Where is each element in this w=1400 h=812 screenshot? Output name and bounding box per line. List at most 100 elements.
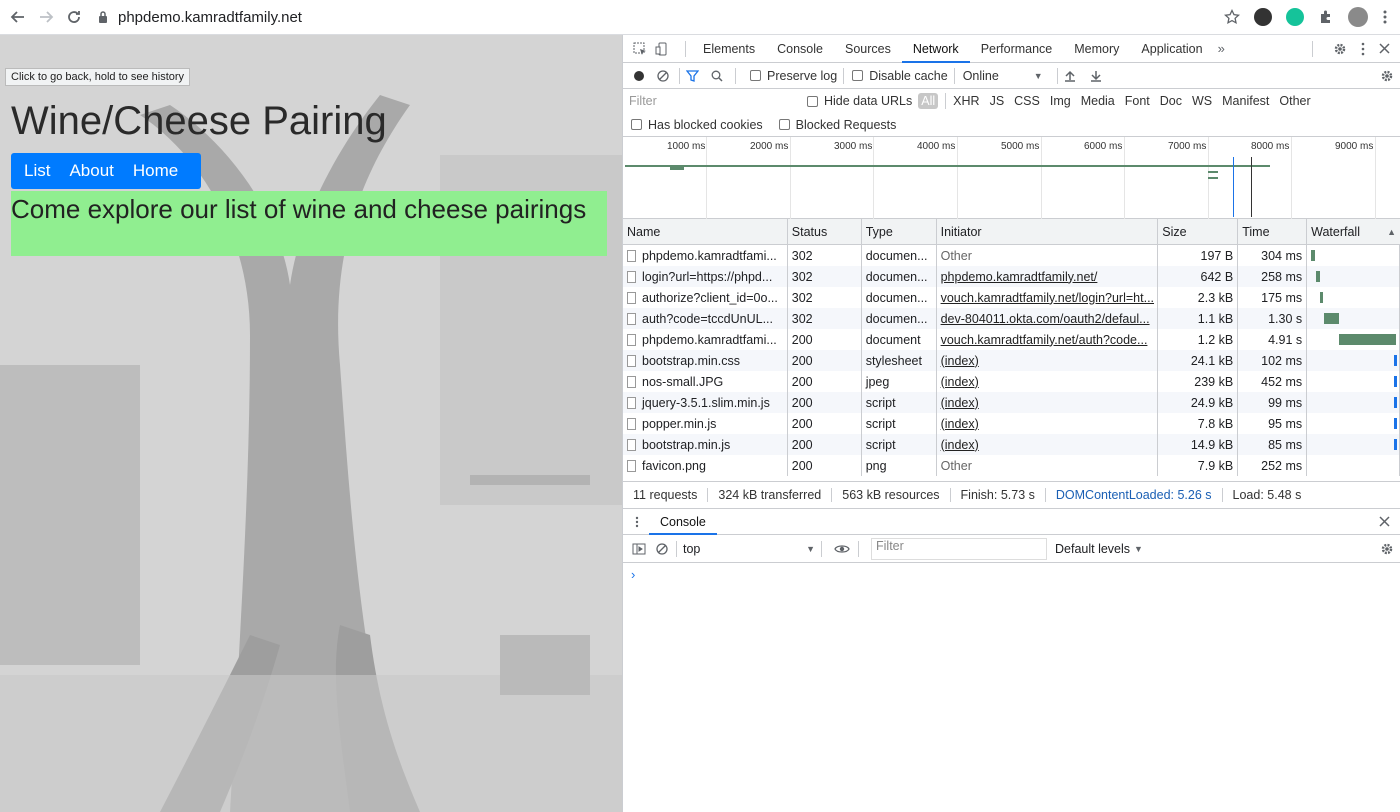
download-icon[interactable]	[1090, 70, 1102, 82]
log-levels-select[interactable]: Default levels ▼	[1055, 542, 1143, 556]
disable-cache-checkbox[interactable]: Disable cache	[852, 69, 948, 83]
request-name-cell[interactable]: jquery-3.5.1.slim.min.js	[623, 392, 788, 413]
request-initiator-cell[interactable]: (index)	[937, 392, 1159, 413]
settings-gear-icon[interactable]	[1333, 42, 1347, 56]
column-header-waterfall[interactable]: Waterfall ▲	[1307, 219, 1400, 244]
network-settings-gear-icon[interactable]	[1380, 69, 1394, 83]
column-header-size[interactable]: Size	[1158, 219, 1239, 244]
network-overview-timeline[interactable]: 1000 ms 2000 ms 3000 ms 4000 ms 5000 ms …	[623, 137, 1400, 219]
upload-icon[interactable]	[1064, 70, 1076, 82]
request-name-cell[interactable]: auth?code=tccdUnUL...	[623, 308, 788, 329]
has-blocked-cookies-checkbox[interactable]: Has blocked cookies	[631, 118, 763, 132]
hide-data-urls-checkbox[interactable]: Hide data URLs	[807, 94, 912, 108]
column-header-initiator[interactable]: Initiator	[937, 219, 1159, 244]
request-name-cell[interactable]: bootstrap.min.css	[623, 350, 788, 371]
grammarly-icon[interactable]	[1286, 8, 1304, 26]
device-toolbar-icon[interactable]	[655, 42, 669, 56]
puzzle-icon[interactable]	[1318, 9, 1334, 25]
type-filter-doc[interactable]: Doc	[1160, 94, 1182, 108]
table-row[interactable]: bootstrap.min.js 200 script (index) 14.9 kB 8…	[623, 434, 1400, 455]
tab-console[interactable]: Console	[766, 35, 834, 63]
tab-network[interactable]: Network	[901, 35, 970, 63]
drawer-menu-icon[interactable]	[635, 516, 639, 528]
request-name-cell[interactable]: bootstrap.min.js	[623, 434, 788, 455]
console-settings-gear-icon[interactable]	[1380, 542, 1394, 556]
request-name-cell[interactable]: phpdemo.kamradtfami...	[623, 329, 788, 350]
request-initiator-cell[interactable]: (index)	[937, 434, 1159, 455]
more-vert-icon[interactable]	[1361, 42, 1365, 56]
more-tabs-icon[interactable]: »	[1218, 41, 1225, 56]
column-header-name[interactable]: Name	[623, 219, 788, 244]
type-filter-manifest[interactable]: Manifest	[1222, 94, 1269, 108]
back-button[interactable]	[8, 7, 28, 27]
type-filter-css[interactable]: CSS	[1014, 94, 1040, 108]
avatar[interactable]	[1348, 7, 1368, 27]
table-row[interactable]: jquery-3.5.1.slim.min.js 200 script (index)…	[623, 392, 1400, 413]
preserve-log-checkbox[interactable]: Preserve log	[750, 69, 837, 83]
column-header-status[interactable]: Status	[788, 219, 862, 244]
request-name-cell[interactable]: phpdemo.kamradtfami...	[623, 245, 788, 266]
type-filter-js[interactable]: JS	[990, 94, 1005, 108]
console-filter-input[interactable]: Filter	[871, 537, 1047, 560]
table-row[interactable]: bootstrap.min.css 200 stylesheet (index) 24.…	[623, 350, 1400, 371]
clear-console-icon[interactable]	[656, 542, 668, 555]
sidebar-toggle-icon[interactable]	[632, 543, 646, 555]
table-row[interactable]: login?url=https://phpd... 302 documen... ph…	[623, 266, 1400, 287]
inspect-element-icon[interactable]	[633, 42, 647, 56]
type-filter-font[interactable]: Font	[1125, 94, 1150, 108]
table-row[interactable]: favicon.png 200 png Other 7.9 kB 252 ms	[623, 455, 1400, 476]
eye-icon[interactable]	[834, 543, 850, 555]
type-filter-img[interactable]: Img	[1050, 94, 1071, 108]
filter-input[interactable]: Filter	[629, 94, 799, 108]
search-icon[interactable]	[711, 70, 723, 82]
forward-button[interactable]	[36, 7, 56, 27]
record-icon[interactable]	[633, 70, 645, 82]
nav-link-about[interactable]: About	[69, 161, 113, 181]
table-row[interactable]: nos-small.JPG 200 jpeg (index) 239 kB 452 ms	[623, 371, 1400, 392]
request-initiator-cell[interactable]: (index)	[937, 371, 1159, 392]
request-name-cell[interactable]: authorize?client_id=0o...	[623, 287, 788, 308]
type-filter-other[interactable]: Other	[1279, 94, 1310, 108]
blocked-requests-checkbox[interactable]: Blocked Requests	[778, 118, 896, 132]
tab-sources[interactable]: Sources	[834, 35, 902, 63]
throttling-select[interactable]: Online ▼	[963, 69, 1043, 83]
nav-link-home[interactable]: Home	[133, 161, 178, 181]
tab-performance[interactable]: Performance	[970, 35, 1064, 63]
clear-icon[interactable]	[657, 69, 669, 82]
tab-elements[interactable]: Elements	[692, 35, 766, 63]
request-initiator-cell[interactable]: vouch.kamradtfamily.net/auth?code...	[937, 329, 1159, 350]
drawer-tab-console[interactable]: Console	[649, 509, 717, 535]
type-filter-all[interactable]: All	[918, 93, 939, 109]
request-initiator-cell[interactable]: (index)	[937, 413, 1159, 434]
column-header-type[interactable]: Type	[862, 219, 937, 244]
table-row[interactable]: auth?code=tccdUnUL... 302 documen... dev-80…	[623, 308, 1400, 329]
request-name-cell[interactable]: login?url=https://phpd...	[623, 266, 788, 287]
request-name-cell[interactable]: favicon.png	[623, 455, 788, 476]
request-initiator-cell[interactable]: dev-804011.okta.com/oauth2/defaul...	[937, 308, 1159, 329]
request-initiator-cell[interactable]: (index)	[937, 350, 1159, 371]
request-initiator-cell[interactable]: phpdemo.kamradtfamily.net/	[937, 266, 1159, 287]
context-selector[interactable]: top ▼	[683, 542, 815, 556]
more-vert-icon[interactable]	[1382, 9, 1388, 25]
table-row[interactable]: popper.min.js 200 script (index) 7.8 kB 95 ms	[623, 413, 1400, 434]
tab-application[interactable]: Application	[1130, 35, 1213, 63]
console-prompt[interactable]: ›	[623, 563, 1400, 586]
table-row[interactable]: authorize?client_id=0o... 302 documen... vo…	[623, 287, 1400, 308]
request-name-cell[interactable]: popper.min.js	[623, 413, 788, 434]
address-bar[interactable]: phpdemo.kamradtfamily.net	[98, 3, 302, 31]
nav-link-list[interactable]: List	[24, 161, 50, 181]
type-filter-xhr[interactable]: XHR	[953, 94, 979, 108]
request-initiator-cell[interactable]: vouch.kamradtfamily.net/login?url=ht...	[937, 287, 1159, 308]
tab-memory[interactable]: Memory	[1063, 35, 1130, 63]
table-row[interactable]: phpdemo.kamradtfami... 302 documen... Other…	[623, 245, 1400, 266]
close-drawer-icon[interactable]	[1379, 516, 1390, 527]
extension-icon[interactable]	[1254, 8, 1272, 26]
close-icon[interactable]	[1379, 43, 1390, 54]
type-filter-media[interactable]: Media	[1081, 94, 1115, 108]
filter-funnel-icon[interactable]	[686, 69, 699, 82]
reload-button[interactable]	[64, 7, 84, 27]
table-row[interactable]: phpdemo.kamradtfami... 200 document vouch.k…	[623, 329, 1400, 350]
star-icon[interactable]	[1224, 9, 1240, 25]
type-filter-ws[interactable]: WS	[1192, 94, 1212, 108]
column-header-time[interactable]: Time	[1238, 219, 1308, 244]
